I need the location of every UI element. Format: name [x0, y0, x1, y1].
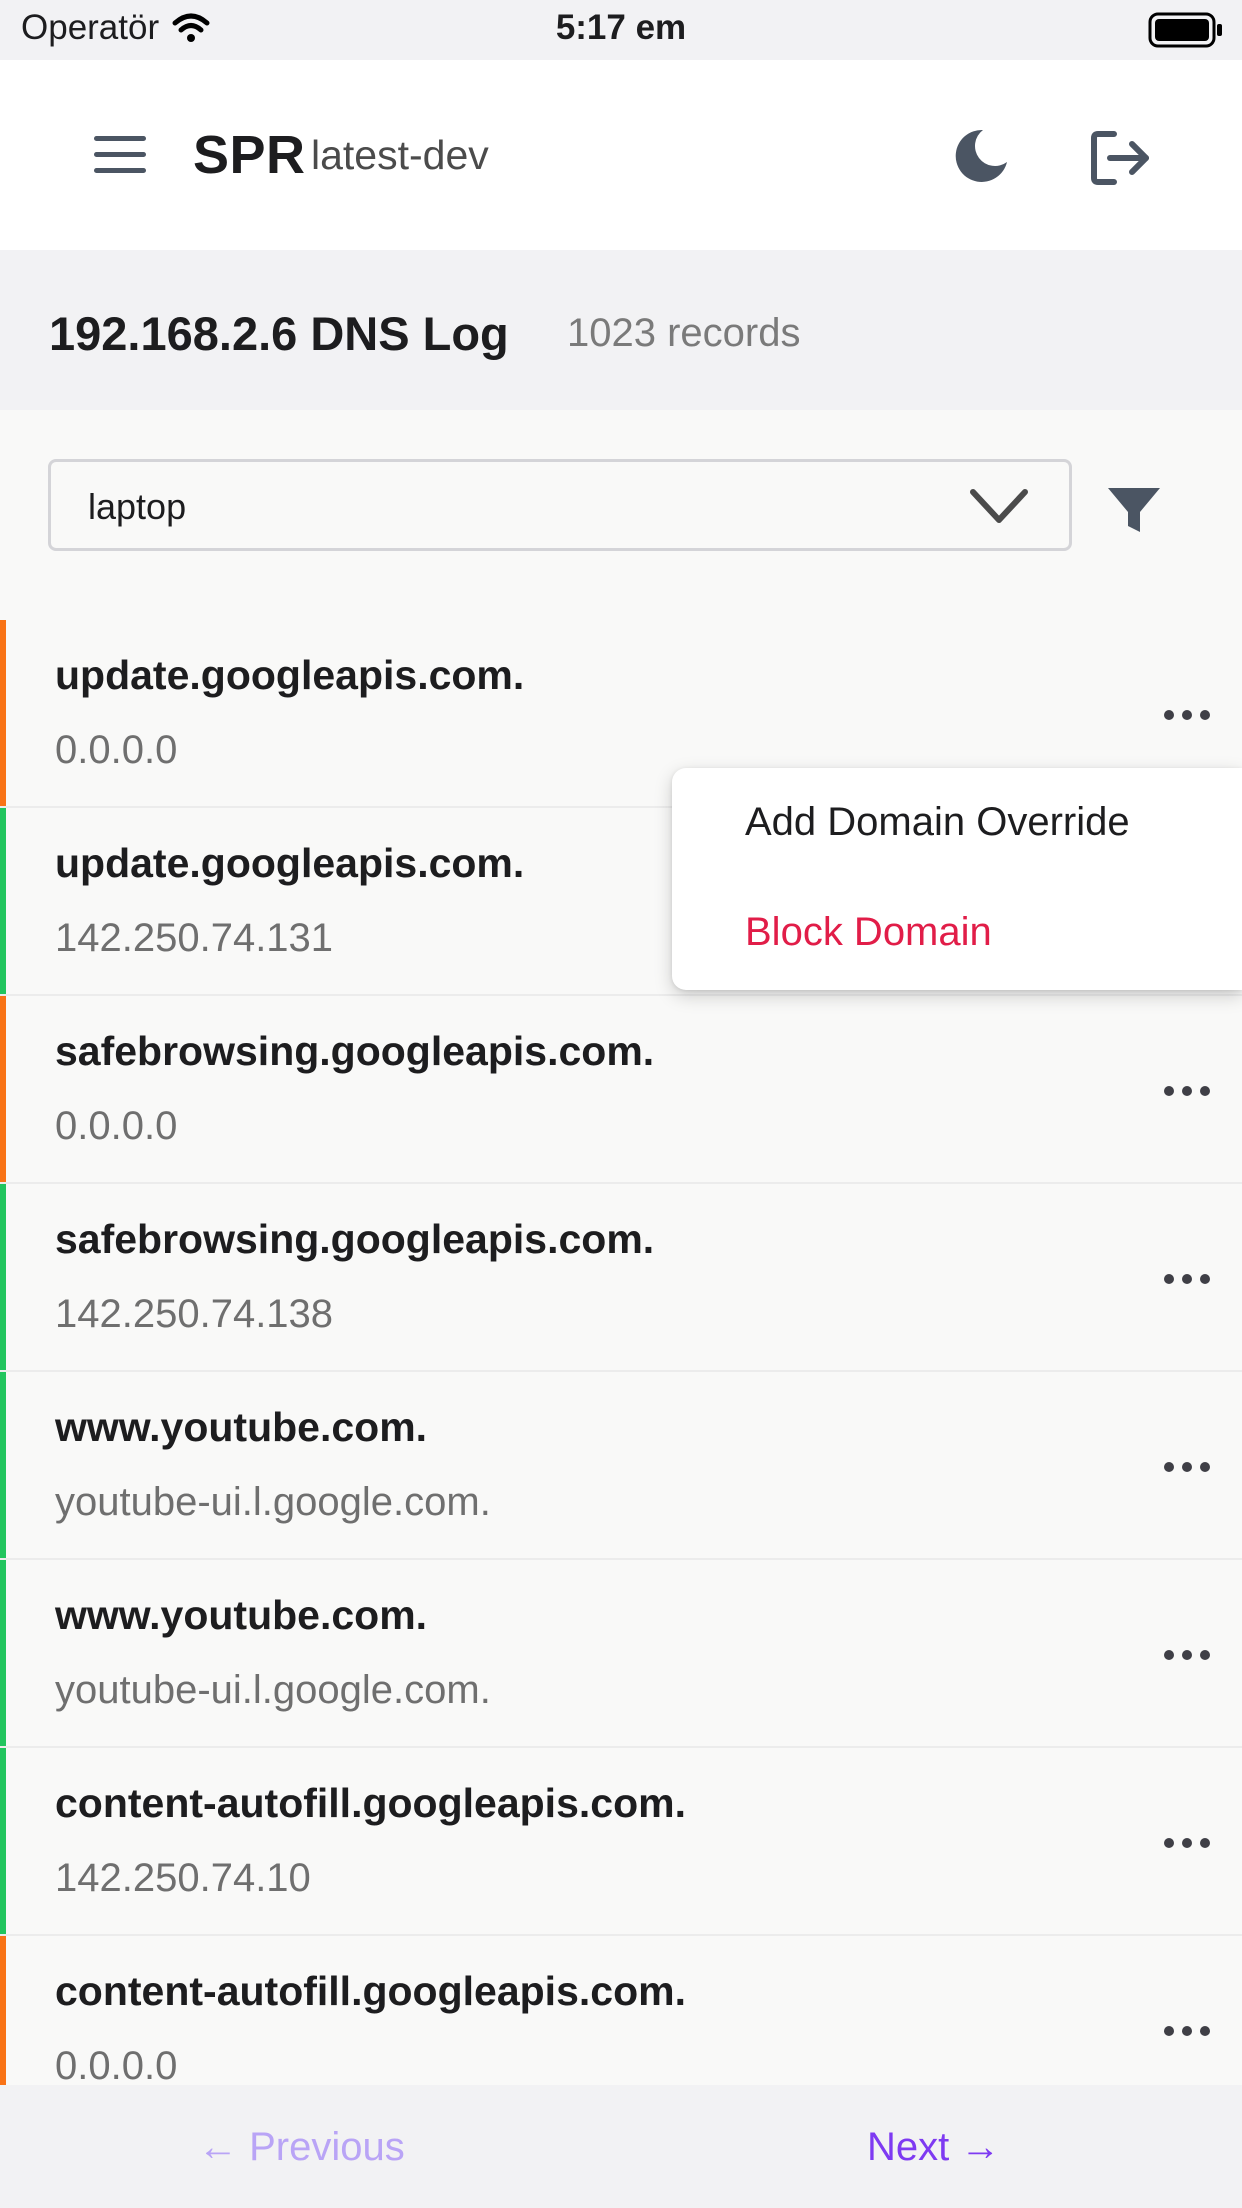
brand-name: SPR — [193, 125, 306, 185]
row-action-menu: Add Domain Override Block Domain — [672, 768, 1242, 990]
more-options-icon[interactable] — [1164, 1650, 1210, 1662]
add-domain-override-menu-item[interactable]: Add Domain Override — [745, 800, 1130, 845]
status-bar: Operatör 5:17 em — [0, 0, 1242, 60]
client-select[interactable]: laptop — [48, 459, 1072, 551]
status-indicator-bar — [0, 1184, 6, 1370]
clock: 5:17 em — [555, 8, 687, 47]
status-indicator-bar — [0, 1560, 6, 1746]
version-label: latest-dev — [311, 132, 489, 178]
dns-log-row: safebrowsing.googleapis.com. 142.250.74.1… — [0, 1184, 1242, 1372]
more-options-icon[interactable] — [1164, 2026, 1210, 2038]
more-options-icon[interactable] — [1164, 1838, 1210, 1850]
status-indicator-bar — [0, 1372, 6, 1558]
row-domain: content-autofill.googleapis.com. — [55, 1780, 686, 1826]
dns-log-row: content-autofill.googleapis.com. 142.250.… — [0, 1748, 1242, 1936]
row-domain: safebrowsing.googleapis.com. — [55, 1028, 655, 1074]
battery-icon — [1148, 12, 1222, 48]
dark-mode-toggle-icon[interactable] — [953, 128, 1009, 184]
page-title: 192.168.2.6 DNS Log — [49, 307, 509, 360]
client-select-value: laptop — [88, 486, 187, 527]
more-options-icon[interactable] — [1164, 1274, 1210, 1286]
dns-log-row: content-autofill.googleapis.com. 0.0.0.0 — [0, 1936, 1242, 2085]
pagination-bar: ← Previous Next → — [0, 2085, 1242, 2208]
filter-icon[interactable] — [1106, 486, 1162, 536]
row-answer: 142.250.74.10 — [55, 1856, 311, 1900]
block-domain-menu-item[interactable]: Block Domain — [745, 910, 992, 955]
row-answer: youtube-ui.l.google.com. — [55, 1480, 491, 1524]
more-options-icon[interactable] — [1164, 710, 1210, 722]
page-heading: 192.168.2.6 DNS Log 1023 records — [0, 250, 1242, 410]
more-options-icon[interactable] — [1164, 1086, 1210, 1098]
row-answer: 0.0.0.0 — [55, 1104, 178, 1148]
row-domain: content-autofill.googleapis.com. — [55, 1968, 686, 2014]
status-indicator-bar — [0, 808, 6, 994]
row-answer: 0.0.0.0 — [55, 728, 178, 772]
row-domain: www.youtube.com. — [55, 1404, 428, 1450]
menu-icon[interactable] — [94, 136, 146, 174]
status-indicator-bar — [0, 1936, 6, 2085]
row-domain: update.googleapis.com. — [55, 840, 525, 886]
status-indicator-bar — [0, 1748, 6, 1934]
dns-log-row: www.youtube.com. youtube-ui.l.google.com. — [0, 1560, 1242, 1748]
row-answer: 142.250.74.138 — [55, 1292, 334, 1336]
row-answer: youtube-ui.l.google.com. — [55, 1668, 491, 1712]
record-count: 1023 records — [567, 311, 801, 355]
chevron-down-icon — [970, 489, 1028, 523]
row-domain: safebrowsing.googleapis.com. — [55, 1216, 655, 1262]
row-domain: www.youtube.com. — [55, 1592, 428, 1638]
previous-page-button[interactable]: ← Previous — [198, 2125, 405, 2170]
status-indicator-bar — [0, 996, 6, 1182]
more-options-icon[interactable] — [1164, 1462, 1210, 1474]
dns-log-row: www.youtube.com. youtube-ui.l.google.com. — [0, 1372, 1242, 1560]
logout-icon[interactable] — [1088, 128, 1154, 188]
next-page-button[interactable]: Next → — [867, 2125, 1000, 2170]
dns-log-row: safebrowsing.googleapis.com. 0.0.0.0 — [0, 996, 1242, 1184]
row-answer: 0.0.0.0 — [55, 2044, 178, 2085]
row-domain: update.googleapis.com. — [55, 652, 525, 698]
status-indicator-bar — [0, 620, 6, 806]
row-answer: 142.250.74.131 — [55, 916, 334, 960]
app-header: SPR latest-dev — [0, 60, 1242, 250]
